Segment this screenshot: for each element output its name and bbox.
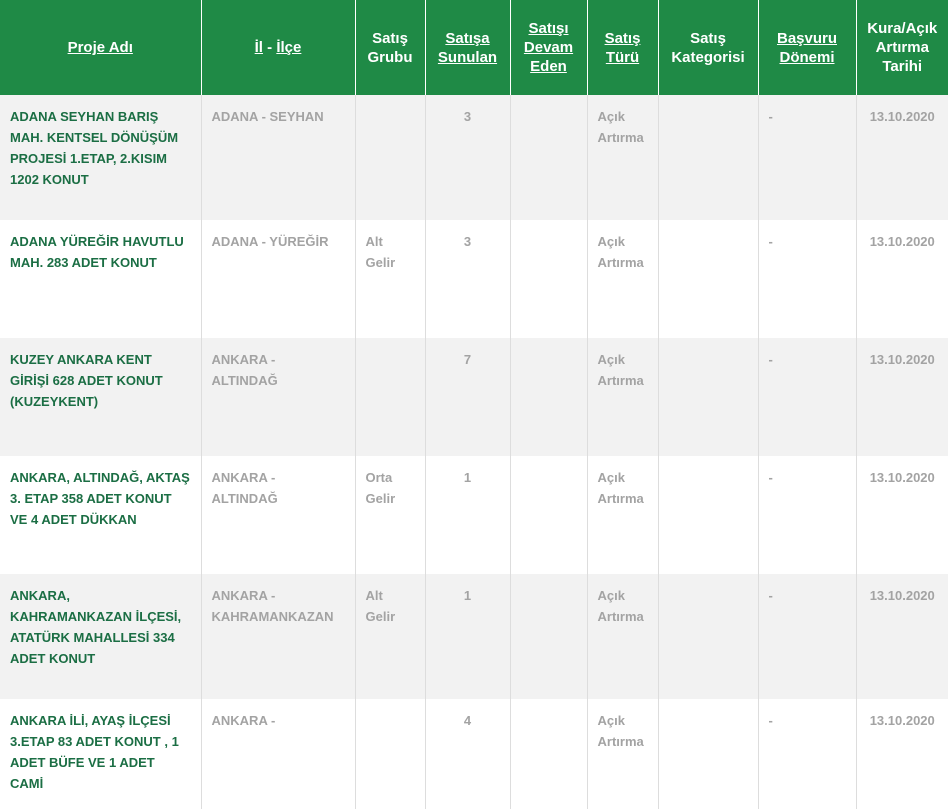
offered-cell: 3 [425, 220, 511, 338]
sales-category-cell [658, 220, 759, 338]
application-period-cell: - [758, 95, 857, 220]
sort-link[interactable]: Başvuru Dönemi [777, 30, 837, 66]
location-cell: ADANA - SEYHAN [201, 95, 356, 220]
location-cell: ADANA - YÜREĞİR [201, 220, 356, 338]
sales-category-cell [658, 338, 759, 456]
sales-category-cell [658, 699, 759, 809]
header-label: Satış Kategorisi [671, 29, 745, 66]
offered-cell: 1 [425, 456, 511, 574]
auction-date-cell: 13.10.2020 [856, 338, 948, 456]
sort-link[interactable]: Satışı Devam Eden [524, 20, 573, 75]
sales-type-cell: Açık Artırma [587, 699, 659, 809]
auction-date-cell: 13.10.2020 [856, 456, 948, 574]
sort-link[interactable]: Satışa Sunulan [438, 30, 497, 66]
project-name-link[interactable]: ANKARA, KAHRAMANKAZAN İLÇESİ, ATATÜRK MA… [0, 574, 202, 699]
header-project-name[interactable]: Proje Adı [0, 0, 202, 95]
sort-link-district[interactable]: İlçe [276, 39, 301, 56]
auction-date-cell: 13.10.2020 [856, 220, 948, 338]
sales-category-cell [658, 456, 759, 574]
application-period-cell: - [758, 699, 857, 809]
application-period-cell: - [758, 220, 857, 338]
ongoing-cell [510, 220, 588, 338]
ongoing-cell [510, 699, 588, 809]
table-row: ANKARA, ALTINDAĞ, AKTAŞ 3. ETAP 358 ADET… [0, 456, 948, 574]
header-ongoing[interactable]: Satışı Devam Eden [510, 0, 588, 95]
sales-group-cell: Alt Gelir [355, 220, 426, 338]
location-cell: ANKARA - KAHRAMANKAZAN [201, 574, 356, 699]
sales-type-cell: Açık Artırma [587, 220, 659, 338]
ongoing-cell [510, 456, 588, 574]
table-body: ADANA SEYHAN BARIŞ MAH. KENTSEL DÖNÜŞÜM … [0, 95, 948, 809]
header-province-district[interactable]: İl - İlçe [201, 0, 356, 95]
sales-type-cell: Açık Artırma [587, 338, 659, 456]
project-name-link[interactable]: ANKARA, ALTINDAĞ, AKTAŞ 3. ETAP 358 ADET… [0, 456, 202, 574]
sales-category-cell [658, 574, 759, 699]
header-label: Kura/Açık Artırma Tarihi [867, 20, 938, 75]
sales-category-cell [658, 95, 759, 220]
header-sales-category: Satış Kategorisi [658, 0, 759, 95]
header-application-period[interactable]: Başvuru Dönemi [758, 0, 857, 95]
offered-cell: 3 [425, 95, 511, 220]
sales-group-cell [355, 95, 426, 220]
ongoing-cell [510, 574, 588, 699]
project-name-link[interactable]: ADANA YÜREĞİR HAVUTLU MAH. 283 ADET KONU… [0, 220, 202, 338]
auction-date-cell: 13.10.2020 [856, 95, 948, 220]
table-row: KUZEY ANKARA KENT GİRİŞİ 628 ADET KONUT … [0, 338, 948, 456]
sales-group-cell: Alt Gelir [355, 574, 426, 699]
table-row: ADANA SEYHAN BARIŞ MAH. KENTSEL DÖNÜŞÜM … [0, 95, 948, 220]
auction-date-cell: 13.10.2020 [856, 574, 948, 699]
offered-cell: 7 [425, 338, 511, 456]
location-cell: ANKARA - [201, 699, 356, 809]
application-period-cell: - [758, 574, 857, 699]
auction-date-cell: 13.10.2020 [856, 699, 948, 809]
table-row: ADANA YÜREĞİR HAVUTLU MAH. 283 ADET KONU… [0, 220, 948, 338]
table-row: ANKARA, KAHRAMANKAZAN İLÇESİ, ATATÜRK MA… [0, 574, 948, 699]
header-sales-group: Satış Grubu [355, 0, 426, 95]
offered-cell: 4 [425, 699, 511, 809]
sales-group-cell [355, 699, 426, 809]
ongoing-cell [510, 338, 588, 456]
sort-link[interactable]: Satış Türü [605, 30, 641, 66]
table-row: ANKARA İLİ, AYAŞ İLÇESİ 3.ETAP 83 ADET K… [0, 699, 948, 809]
sales-group-cell: Orta Gelir [355, 456, 426, 574]
application-period-cell: - [758, 338, 857, 456]
project-name-link[interactable]: ADANA SEYHAN BARIŞ MAH. KENTSEL DÖNÜŞÜM … [0, 95, 202, 220]
application-period-cell: - [758, 456, 857, 574]
sales-group-cell [355, 338, 426, 456]
location-cell: ANKARA - ALTINDAĞ [201, 338, 356, 456]
project-name-link[interactable]: KUZEY ANKARA KENT GİRİŞİ 628 ADET KONUT … [0, 338, 202, 456]
header-auction-date: Kura/Açık Artırma Tarihi [856, 0, 948, 95]
sales-type-cell: Açık Artırma [587, 574, 659, 699]
header-sales-type[interactable]: Satış Türü [587, 0, 659, 95]
project-name-link[interactable]: ANKARA İLİ, AYAŞ İLÇESİ 3.ETAP 83 ADET K… [0, 699, 202, 809]
sales-type-cell: Açık Artırma [587, 95, 659, 220]
ongoing-cell [510, 95, 588, 220]
header-separator: - [262, 39, 277, 56]
sort-link[interactable]: Proje Adı [68, 39, 133, 56]
offered-cell: 1 [425, 574, 511, 699]
table-header-row: Proje Adı İl - İlçe Satış Grubu Satışa S… [0, 0, 948, 95]
sales-type-cell: Açık Artırma [587, 456, 659, 574]
header-offered[interactable]: Satışa Sunulan [425, 0, 511, 95]
header-label: Satış Grubu [367, 29, 413, 66]
sort-link-province[interactable]: İl [255, 39, 263, 56]
projects-table: Proje Adı İl - İlçe Satış Grubu Satışa S… [0, 0, 948, 809]
location-cell: ANKARA - ALTINDAĞ [201, 456, 356, 574]
